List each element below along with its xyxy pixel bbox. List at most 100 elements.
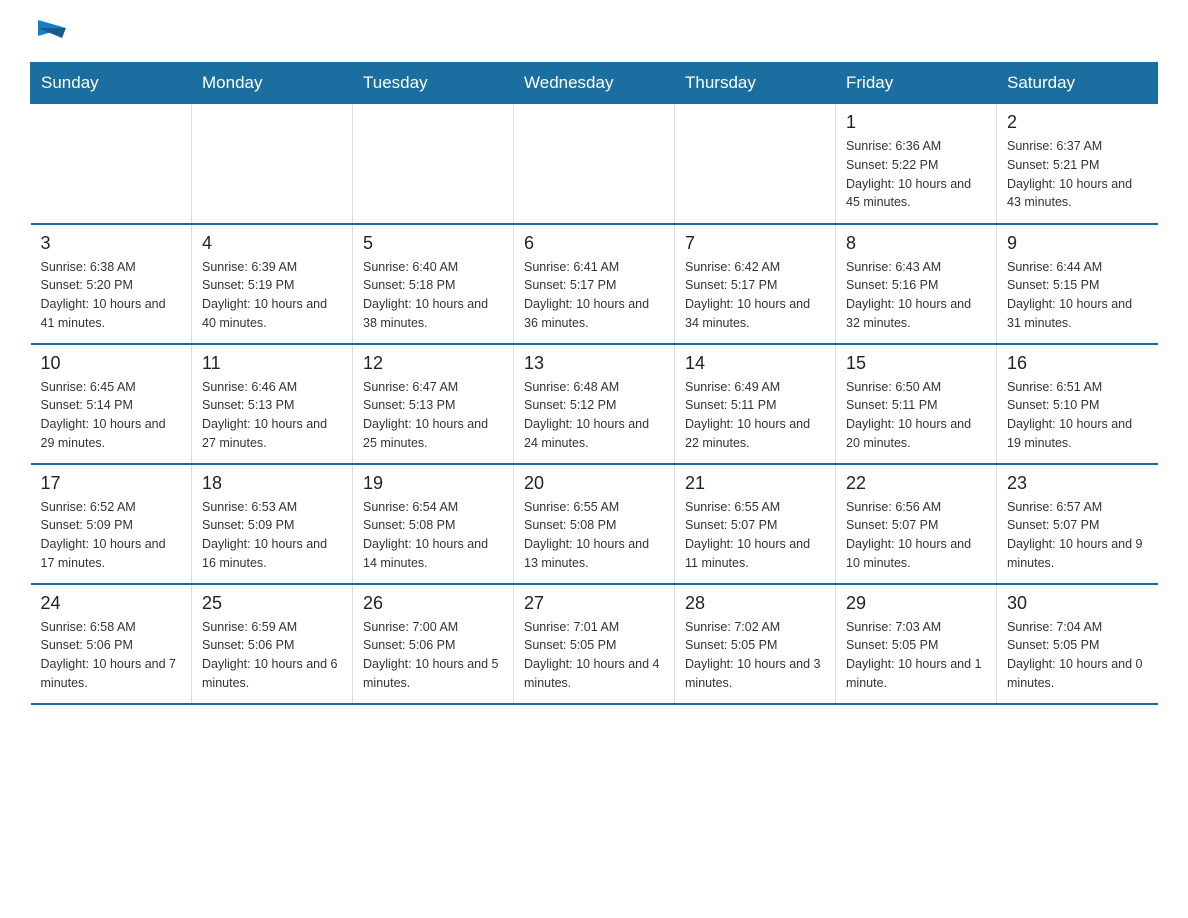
- calendar-day-cell: 20 Sunrise: 6:55 AM Sunset: 5:08 PM Dayli…: [514, 464, 675, 584]
- day-number: 22: [846, 473, 986, 494]
- calendar-day-cell: 18Sunrise: 6:53 AM Sunset: 5:09 PM Dayli…: [192, 464, 353, 584]
- calendar-day-cell: 12 Sunrise: 6:47 AM Sunset: 5:13 PM Dayli…: [353, 344, 514, 464]
- calendar-day-cell: 7 Sunrise: 6:42 AM Sunset: 5:17 PM Daylig…: [675, 224, 836, 344]
- calendar-day-cell: [31, 104, 192, 224]
- calendar-day-cell: 29 Sunrise: 7:03 AM Sunset: 5:05 PM Dayli…: [836, 584, 997, 704]
- calendar-day-cell: 4Sunrise: 6:39 AM Sunset: 5:19 PM Daylig…: [192, 224, 353, 344]
- calendar-day-cell: [675, 104, 836, 224]
- calendar-day-cell: 2Sunrise: 6:37 AM Sunset: 5:21 PM Daylig…: [997, 104, 1158, 224]
- day-number: 16: [1007, 353, 1148, 374]
- calendar-day-cell: 3 Sunrise: 6:38 AM Sunset: 5:20 PM Daylig…: [31, 224, 192, 344]
- day-number: 7: [685, 233, 825, 254]
- day-info: Sunrise: 6:42 AM Sunset: 5:17 PM Dayligh…: [685, 258, 825, 333]
- day-number: 10: [41, 353, 182, 374]
- day-info: Sunrise: 7:03 AM Sunset: 5:05 PM Dayligh…: [846, 618, 986, 693]
- day-number: 27: [524, 593, 664, 614]
- calendar-day-cell: 10Sunrise: 6:45 AM Sunset: 5:14 PM Dayli…: [31, 344, 192, 464]
- day-number: 11: [202, 353, 342, 374]
- day-number: 18: [202, 473, 342, 494]
- day-info: Sunrise: 6:50 AM Sunset: 5:11 PM Dayligh…: [846, 378, 986, 453]
- day-number: 25: [202, 593, 342, 614]
- calendar-day-cell: 11 Sunrise: 6:46 AM Sunset: 5:13 PM Dayli…: [192, 344, 353, 464]
- calendar-day-cell: 5 Sunrise: 6:40 AM Sunset: 5:18 PM Daylig…: [353, 224, 514, 344]
- calendar-day-cell: 30Sunrise: 7:04 AM Sunset: 5:05 PM Dayli…: [997, 584, 1158, 704]
- day-number: 14: [685, 353, 825, 374]
- day-info: Sunrise: 6:48 AM Sunset: 5:12 PM Dayligh…: [524, 378, 664, 453]
- day-info: Sunrise: 6:56 AM Sunset: 5:07 PM Dayligh…: [846, 498, 986, 573]
- day-number: 3: [41, 233, 182, 254]
- day-info: Sunrise: 6:39 AM Sunset: 5:19 PM Dayligh…: [202, 258, 342, 333]
- day-info: Sunrise: 6:52 AM Sunset: 5:09 PM Dayligh…: [41, 498, 182, 573]
- day-number: 26: [363, 593, 503, 614]
- day-number: 6: [524, 233, 664, 254]
- calendar-day-cell: 23 Sunrise: 6:57 AM Sunset: 5:07 PM Dayli…: [997, 464, 1158, 584]
- calendar-day-cell: 14 Sunrise: 6:49 AM Sunset: 5:11 PM Dayli…: [675, 344, 836, 464]
- day-info: Sunrise: 7:00 AM Sunset: 5:06 PM Dayligh…: [363, 618, 503, 693]
- day-info: Sunrise: 6:41 AM Sunset: 5:17 PM Dayligh…: [524, 258, 664, 333]
- calendar-day-cell: 1 Sunrise: 6:36 AM Sunset: 5:22 PM Daylig…: [836, 104, 997, 224]
- day-number: 19: [363, 473, 503, 494]
- day-info: Sunrise: 7:01 AM Sunset: 5:05 PM Dayligh…: [524, 618, 664, 693]
- calendar-week-row: 1 Sunrise: 6:36 AM Sunset: 5:22 PM Daylig…: [31, 104, 1158, 224]
- column-header-wednesday: Wednesday: [514, 63, 675, 104]
- day-info: Sunrise: 6:58 AM Sunset: 5:06 PM Dayligh…: [41, 618, 182, 693]
- day-number: 8: [846, 233, 986, 254]
- day-info: Sunrise: 6:37 AM Sunset: 5:21 PM Dayligh…: [1007, 137, 1148, 212]
- day-info: Sunrise: 6:40 AM Sunset: 5:18 PM Dayligh…: [363, 258, 503, 333]
- calendar-day-cell: 24 Sunrise: 6:58 AM Sunset: 5:06 PM Dayli…: [31, 584, 192, 704]
- day-info: Sunrise: 6:46 AM Sunset: 5:13 PM Dayligh…: [202, 378, 342, 453]
- calendar-day-cell: 13 Sunrise: 6:48 AM Sunset: 5:12 PM Dayli…: [514, 344, 675, 464]
- day-number: 13: [524, 353, 664, 374]
- column-header-saturday: Saturday: [997, 63, 1158, 104]
- calendar-day-cell: [353, 104, 514, 224]
- day-info: Sunrise: 6:44 AM Sunset: 5:15 PM Dayligh…: [1007, 258, 1148, 333]
- calendar-day-cell: [514, 104, 675, 224]
- day-info: Sunrise: 6:59 AM Sunset: 5:06 PM Dayligh…: [202, 618, 342, 693]
- day-info: Sunrise: 6:38 AM Sunset: 5:20 PM Dayligh…: [41, 258, 182, 333]
- calendar-day-cell: 22 Sunrise: 6:56 AM Sunset: 5:07 PM Dayli…: [836, 464, 997, 584]
- day-number: 28: [685, 593, 825, 614]
- column-header-thursday: Thursday: [675, 63, 836, 104]
- calendar-day-cell: 26 Sunrise: 7:00 AM Sunset: 5:06 PM Dayli…: [353, 584, 514, 704]
- calendar-day-cell: 15 Sunrise: 6:50 AM Sunset: 5:11 PM Dayli…: [836, 344, 997, 464]
- calendar-day-cell: 28 Sunrise: 7:02 AM Sunset: 5:05 PM Dayli…: [675, 584, 836, 704]
- calendar-day-cell: 8Sunrise: 6:43 AM Sunset: 5:16 PM Daylig…: [836, 224, 997, 344]
- day-number: 5: [363, 233, 503, 254]
- calendar-header-row: SundayMondayTuesdayWednesdayThursdayFrid…: [31, 63, 1158, 104]
- day-number: 1: [846, 112, 986, 133]
- column-header-monday: Monday: [192, 63, 353, 104]
- day-number: 24: [41, 593, 182, 614]
- day-number: 15: [846, 353, 986, 374]
- day-info: Sunrise: 6:49 AM Sunset: 5:11 PM Dayligh…: [685, 378, 825, 453]
- calendar-day-cell: 16 Sunrise: 6:51 AM Sunset: 5:10 PM Dayli…: [997, 344, 1158, 464]
- calendar-day-cell: 27 Sunrise: 7:01 AM Sunset: 5:05 PM Dayli…: [514, 584, 675, 704]
- day-info: Sunrise: 6:47 AM Sunset: 5:13 PM Dayligh…: [363, 378, 503, 453]
- day-number: 9: [1007, 233, 1148, 254]
- column-header-tuesday: Tuesday: [353, 63, 514, 104]
- day-info: Sunrise: 6:55 AM Sunset: 5:07 PM Dayligh…: [685, 498, 825, 573]
- day-info: Sunrise: 6:54 AM Sunset: 5:08 PM Dayligh…: [363, 498, 503, 573]
- day-number: 23: [1007, 473, 1148, 494]
- day-info: Sunrise: 6:57 AM Sunset: 5:07 PM Dayligh…: [1007, 498, 1148, 573]
- day-info: Sunrise: 6:55 AM Sunset: 5:08 PM Dayligh…: [524, 498, 664, 573]
- calendar-day-cell: 9 Sunrise: 6:44 AM Sunset: 5:15 PM Daylig…: [997, 224, 1158, 344]
- day-number: 12: [363, 353, 503, 374]
- logo-flag-icon: [34, 20, 66, 42]
- day-number: 30: [1007, 593, 1148, 614]
- day-number: 21: [685, 473, 825, 494]
- page-header: [30, 20, 1158, 42]
- calendar-day-cell: 17 Sunrise: 6:52 AM Sunset: 5:09 PM Dayli…: [31, 464, 192, 584]
- day-number: 17: [41, 473, 182, 494]
- day-info: Sunrise: 6:51 AM Sunset: 5:10 PM Dayligh…: [1007, 378, 1148, 453]
- calendar-table: SundayMondayTuesdayWednesdayThursdayFrid…: [30, 62, 1158, 705]
- day-number: 29: [846, 593, 986, 614]
- calendar-week-row: 10Sunrise: 6:45 AM Sunset: 5:14 PM Dayli…: [31, 344, 1158, 464]
- day-number: 20: [524, 473, 664, 494]
- calendar-day-cell: 6 Sunrise: 6:41 AM Sunset: 5:17 PM Daylig…: [514, 224, 675, 344]
- calendar-day-cell: [192, 104, 353, 224]
- calendar-week-row: 24 Sunrise: 6:58 AM Sunset: 5:06 PM Dayli…: [31, 584, 1158, 704]
- day-info: Sunrise: 7:02 AM Sunset: 5:05 PM Dayligh…: [685, 618, 825, 693]
- column-header-sunday: Sunday: [31, 63, 192, 104]
- day-info: Sunrise: 6:36 AM Sunset: 5:22 PM Dayligh…: [846, 137, 986, 212]
- calendar-day-cell: 19 Sunrise: 6:54 AM Sunset: 5:08 PM Dayli…: [353, 464, 514, 584]
